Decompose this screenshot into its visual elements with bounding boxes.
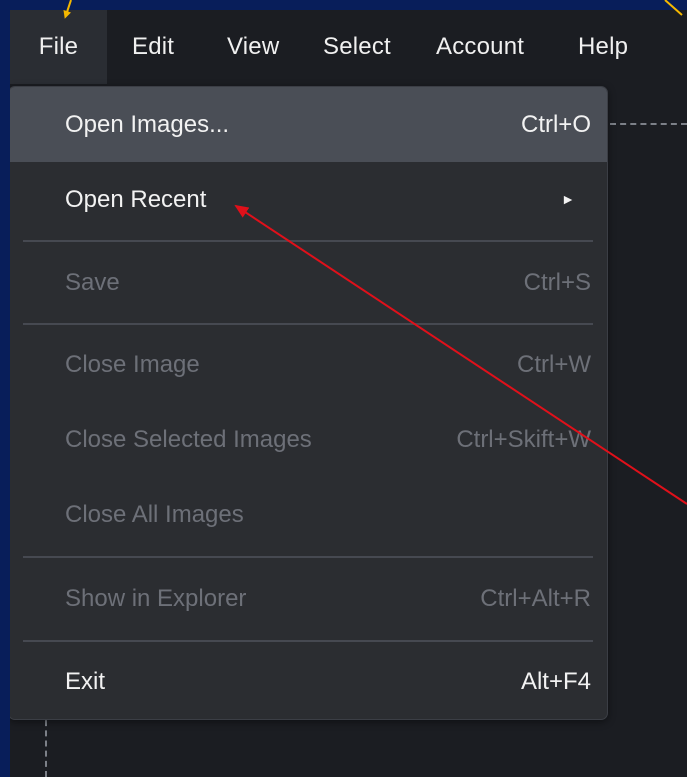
menu-item-close-selected-images[interactable]: Close Selected Images Ctrl+Skift+W	[10, 402, 607, 477]
menu-item-label: Close All Images	[65, 501, 244, 528]
menu-item-label: Exit	[65, 668, 106, 695]
menu-item-shortcut: Ctrl+Skift+W	[456, 426, 591, 453]
menu-item-label: Close Image	[65, 351, 200, 378]
menu-item-close-image[interactable]: Close Image Ctrl+W	[10, 327, 607, 402]
menu-item-shortcut: Ctrl+S	[523, 269, 591, 296]
canvas-selection-outline-left	[45, 710, 47, 777]
menu-item-label: Show in Explorer	[65, 585, 247, 612]
menu-item-label: Close Selected Images	[65, 426, 312, 453]
menu-file[interactable]: File	[10, 10, 107, 84]
menu-separator	[23, 323, 593, 325]
menu-separator	[23, 240, 593, 242]
menu-view[interactable]: View	[227, 10, 279, 84]
menu-item-shortcut: Ctrl+O	[520, 111, 591, 138]
menu-item-label: Open Images...	[65, 111, 230, 138]
menu-help[interactable]: Help	[578, 10, 628, 84]
menu-item-exit[interactable]: Exit Alt+F4	[10, 644, 607, 719]
menu-item-shortcut: Alt+F4	[520, 668, 591, 695]
menu-item-label: Open Recent	[65, 186, 207, 213]
menu-item-show-in-explorer[interactable]: Show in Explorer Ctrl+Alt+R	[10, 561, 607, 636]
menu-separator	[23, 640, 593, 642]
menu-item-shortcut: Ctrl+Alt+R	[480, 585, 591, 612]
app-window: File Edit View Select Account Help Open …	[10, 10, 687, 777]
menu-bar: File Edit View Select Account Help	[10, 10, 687, 84]
submenu-arrow-icon: ►	[561, 191, 575, 207]
menu-separator	[23, 556, 593, 558]
menu-item-save[interactable]: Save Ctrl+S	[10, 245, 607, 320]
menu-item-open-recent[interactable]: Open Recent ►	[10, 162, 607, 237]
file-dropdown-menu: Open Images... Ctrl+O Open Recent ► Save…	[10, 86, 608, 720]
canvas-selection-outline-top	[610, 123, 687, 125]
menu-item-shortcut: Ctrl+W	[517, 351, 591, 378]
menu-item-close-all-images[interactable]: Close All Images	[10, 477, 607, 552]
menu-item-label: Save	[65, 269, 120, 296]
menu-edit[interactable]: Edit	[132, 10, 174, 84]
menu-account[interactable]: Account	[436, 10, 524, 84]
menu-item-open-images[interactable]: Open Images... Ctrl+O	[10, 87, 607, 162]
menu-select[interactable]: Select	[323, 10, 391, 84]
